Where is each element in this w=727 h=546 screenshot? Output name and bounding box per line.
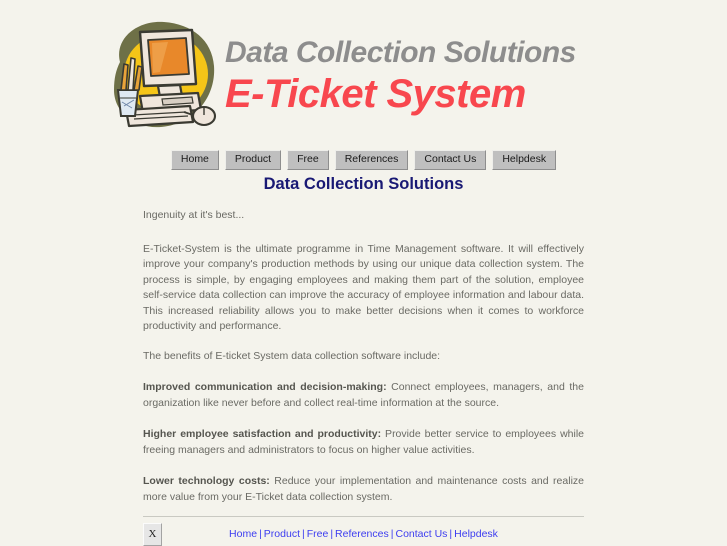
footer-separator: | (301, 528, 305, 540)
footer-separator: | (259, 528, 262, 540)
nav-item-helpdesk[interactable]: Helpdesk (492, 150, 557, 170)
page-title: Data Collection Solutions (263, 175, 464, 193)
tagline-text: Ingenuity at it's best... (143, 209, 245, 221)
main-navigation: Home Product Free References Contact Us Helpd… (0, 150, 727, 170)
computer-workstation-icon (100, 16, 228, 138)
benefit-item: Higher employee satisfaction and product… (143, 427, 584, 458)
footer-link-home[interactable]: Home (229, 528, 257, 540)
page-footer: Home | Product | Free | References | Contact Us |… (143, 516, 584, 541)
nav-item-product[interactable]: Product (224, 150, 282, 170)
main-content: Data Collection Solutions Ingenuity at i… (143, 174, 584, 546)
banner-text-block: Data Collection Solutions E-Ticket Syste… (225, 36, 625, 117)
nav-item-home[interactable]: Home (170, 150, 219, 170)
footer-link-contact-us[interactable]: Contact Us (395, 528, 447, 540)
intro-paragraph: E-Ticket-System is the ultimate programm… (143, 242, 584, 333)
benefit-item: Lower technology costs: Reduce your impl… (143, 474, 584, 505)
footer-link-references[interactable]: References (335, 528, 389, 540)
benefit-heading: Higher employee satisfaction and product… (143, 428, 382, 440)
footer-link-list: Home | Product | Free | References | Contact Us |… (143, 528, 584, 541)
benefit-heading: Lower technology costs: (143, 475, 270, 487)
footer-link-product[interactable]: Product (264, 528, 300, 540)
nav-item-contact-us[interactable]: Contact Us (414, 150, 487, 170)
nav-item-references[interactable]: References (334, 150, 409, 170)
benefit-item: Improved communication and decision-maki… (143, 380, 584, 411)
site-banner: Data Collection Solutions E-Ticket Syste… (100, 12, 625, 140)
page-root: Data Collection Solutions E-Ticket Syste… (0, 0, 727, 546)
banner-tagline: Data Collection Solutions (225, 36, 576, 69)
footer-link-helpdesk[interactable]: Helpdesk (454, 528, 498, 540)
nav-item-free[interactable]: Free (287, 150, 329, 170)
footer-link-free[interactable]: Free (307, 528, 329, 540)
benefits-lead-in: The benefits of E-ticket System data col… (143, 349, 441, 362)
banner-product-name: E-Ticket System (225, 72, 526, 116)
benefit-heading: Improved communication and decision-maki… (143, 381, 387, 393)
footer-divider (143, 516, 584, 517)
